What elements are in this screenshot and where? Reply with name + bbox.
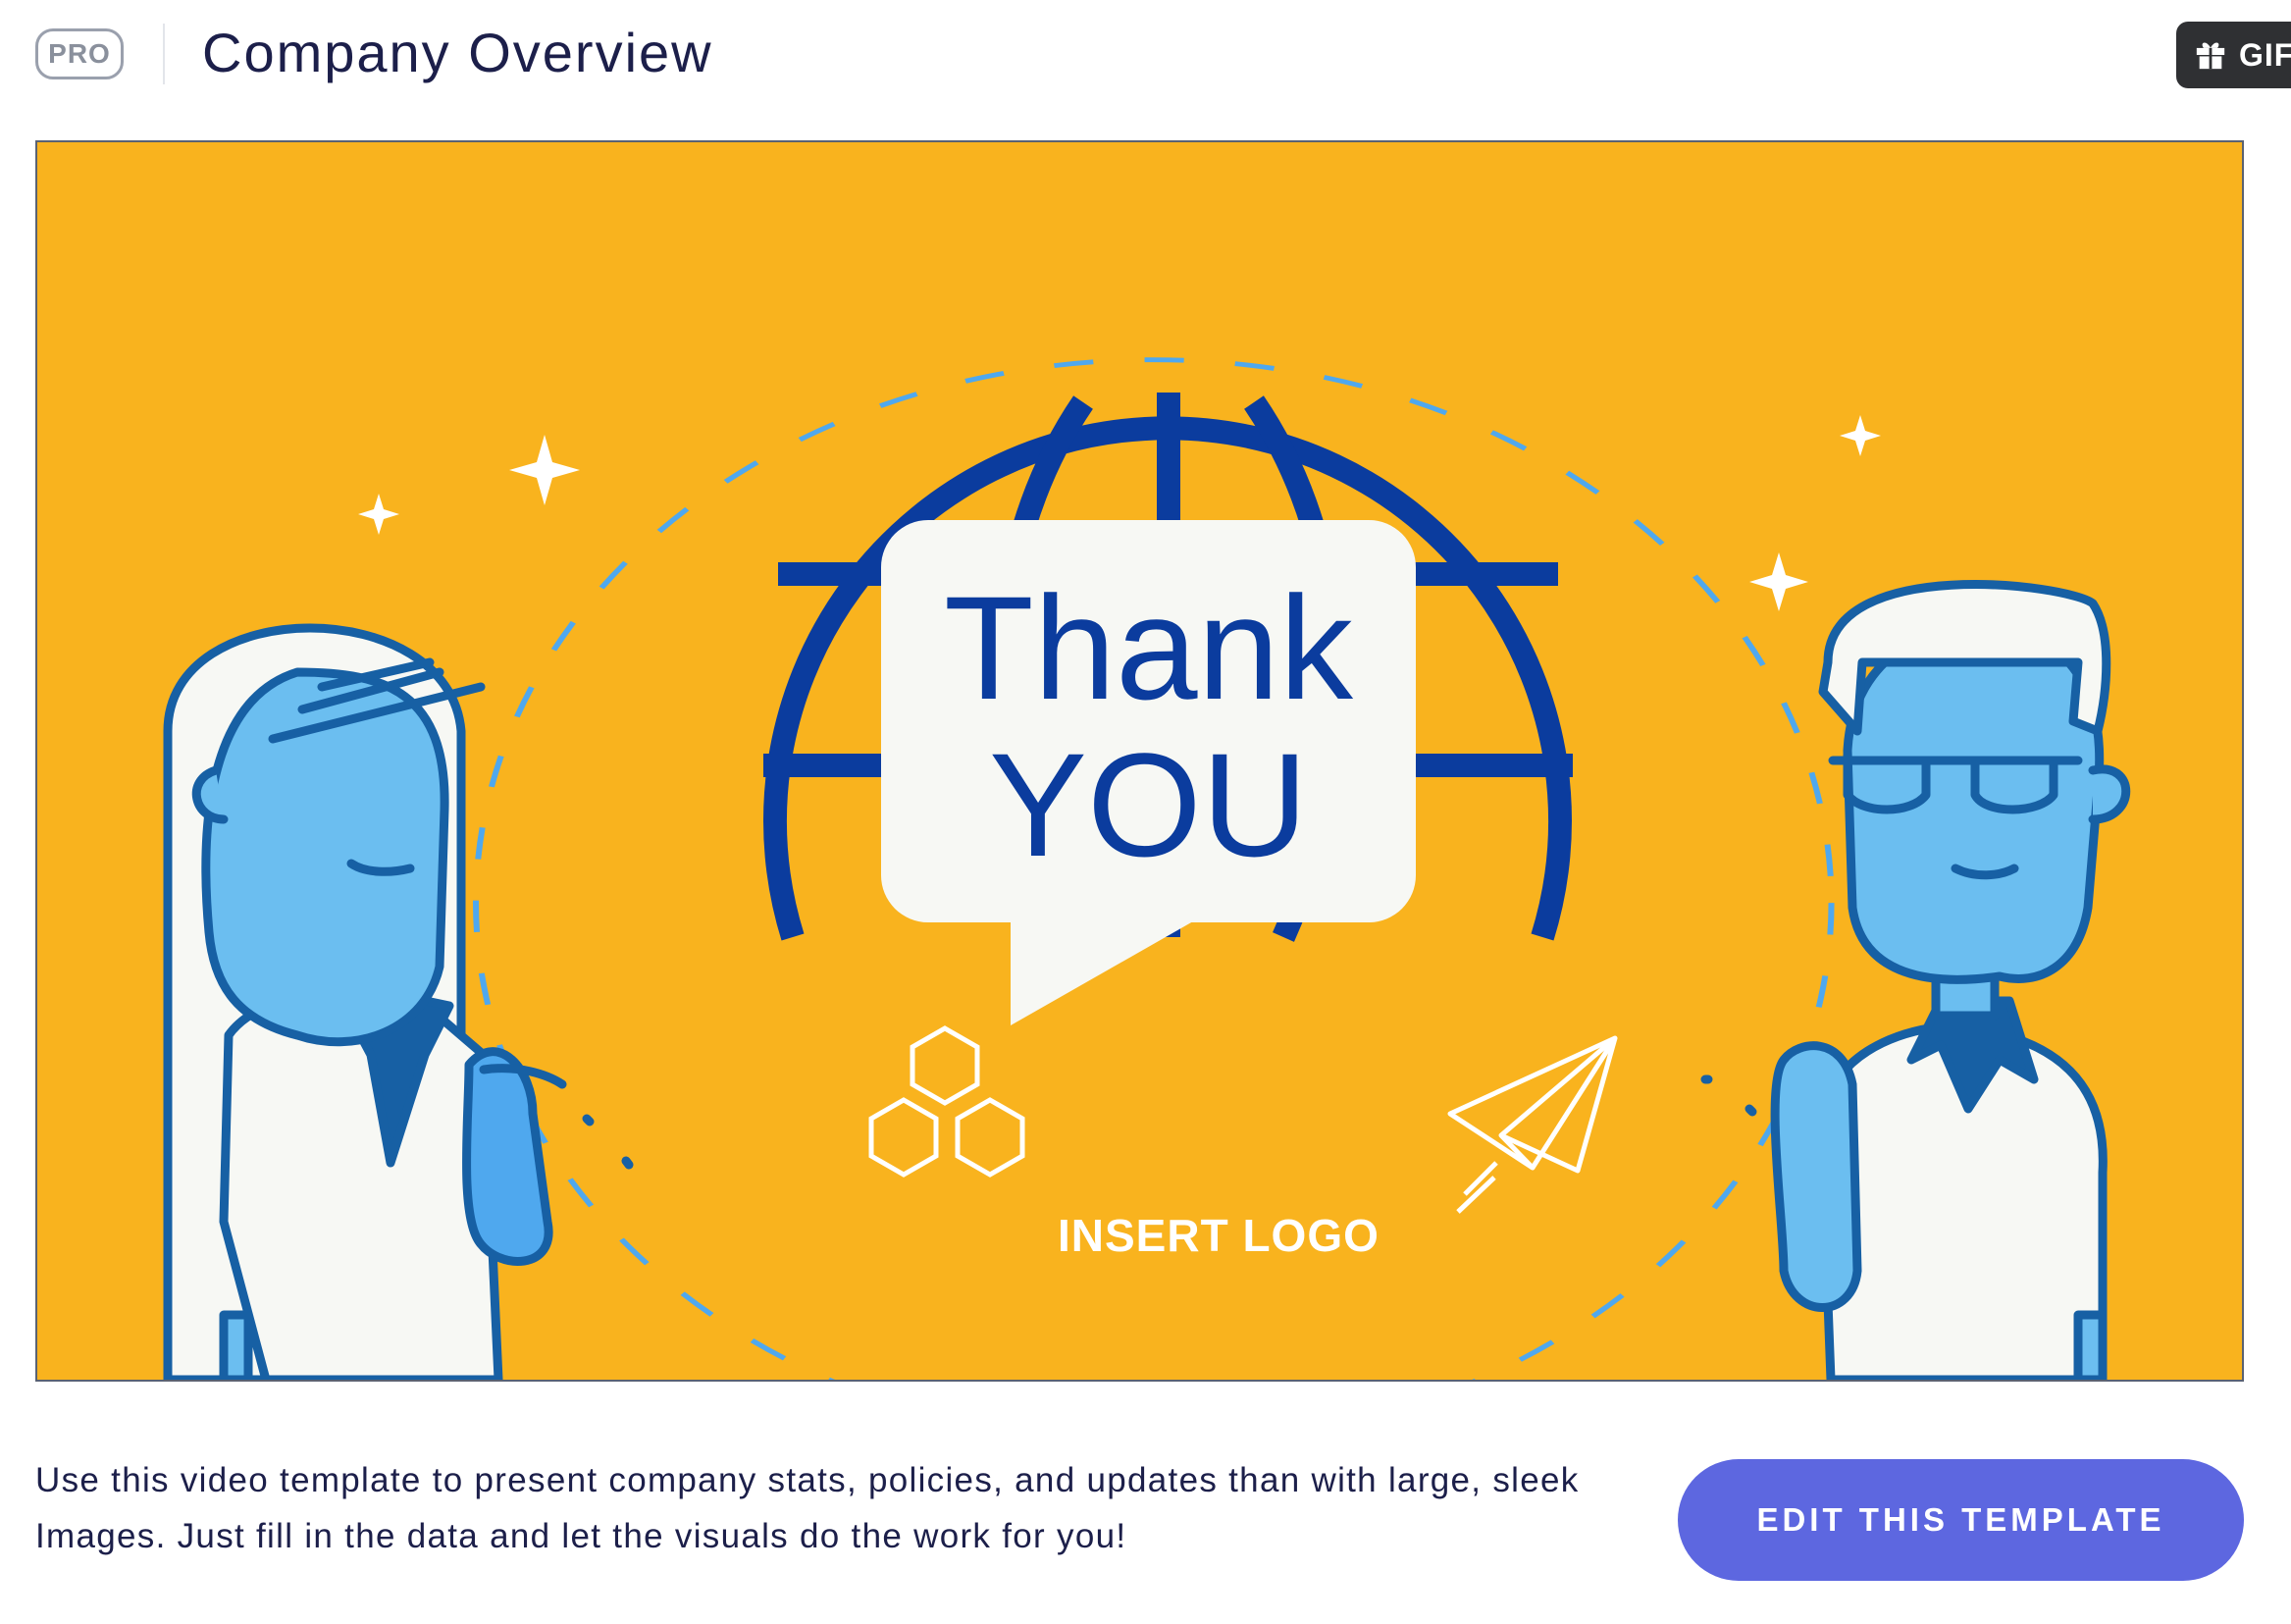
header: PRO Company Overview GIF <box>0 0 2291 108</box>
edit-template-button[interactable]: EDIT THIS TEMPLATE <box>1678 1459 2244 1581</box>
header-divider <box>163 24 165 84</box>
logo-hexagons-icon <box>868 1025 1025 1178</box>
page-title: Company Overview <box>202 22 713 83</box>
headline-line-2: YOU <box>988 722 1309 887</box>
pro-badge: PRO <box>35 28 124 79</box>
gift-button-label: GIF <box>2239 36 2291 73</box>
gift-button[interactable]: GIF <box>2176 22 2291 88</box>
template-preview[interactable]: Thank YOU INSERT LOGO <box>35 140 2244 1382</box>
headline-line-1: Thank <box>944 565 1353 730</box>
gift-icon <box>2196 42 2225 70</box>
paper-plane-icon <box>1447 1035 1618 1214</box>
man-character <box>1700 580 2131 1380</box>
woman-character <box>163 623 634 1380</box>
insert-logo-text: INSERT LOGO <box>1058 1210 1380 1261</box>
template-description: Use this video template to present compa… <box>35 1461 1580 1555</box>
